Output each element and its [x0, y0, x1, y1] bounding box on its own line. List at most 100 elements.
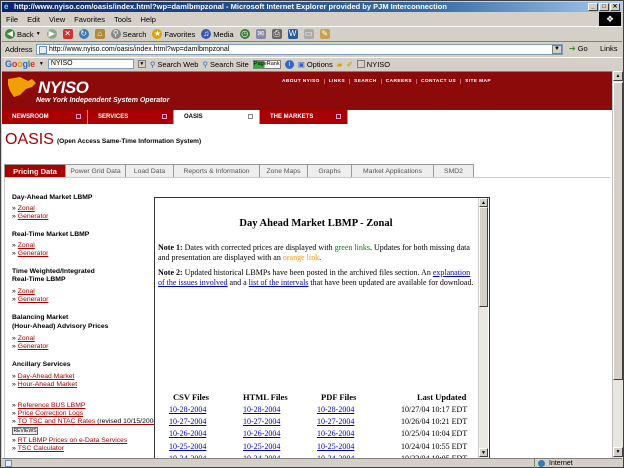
top-link-careers[interactable]: CAREERS: [380, 79, 416, 84]
address-dropdown-icon[interactable]: ▼: [552, 45, 562, 54]
sidebar-link-day-ahead-market[interactable]: » Day-Ahead Market: [12, 373, 74, 381]
pdf-file-link[interactable]: 10-28-2004: [317, 405, 354, 415]
nyiso-search-button[interactable]: NYISO: [356, 60, 390, 69]
page-scroll-thumb[interactable]: [613, 82, 623, 380]
page-scrollbar[interactable]: ▲ ▼: [612, 71, 623, 458]
sidebar-link-tsc-ntac[interactable]: » TO TSC and NTAC Rates (revised 10/15/20…: [12, 418, 159, 426]
sidebar-link-rt-edata[interactable]: » RT LBMP Prices on e-Data Services: [12, 437, 127, 445]
menu-favorites[interactable]: Favorites: [74, 15, 105, 24]
back-button[interactable]: ◀ Back ▼: [5, 29, 41, 39]
research-icon[interactable]: ✎: [319, 29, 330, 39]
window-controls: _ □ ✕: [588, 3, 620, 11]
browser-window: e http://www.nyiso.com/oasis/index.html?…: [0, 0, 624, 468]
csv-file-link[interactable]: 10-27-2004: [169, 417, 206, 427]
google-dropdown-icon[interactable]: ▼: [137, 60, 146, 68]
top-link-links[interactable]: LINKS: [323, 79, 349, 84]
address-input[interactable]: http://www.nyiso.com/oasis/index.html?wp…: [36, 44, 563, 55]
standard-toolbar: ◀ Back ▼ ▶ ✕ ↻ ⌂ ⚲ Search ★ Favorites ♫ …: [2, 26, 622, 42]
search-button[interactable]: ⚲ Search: [110, 29, 146, 39]
media-button[interactable]: ♫ Media: [201, 29, 234, 39]
menu-tools[interactable]: Tools: [114, 15, 132, 24]
google-search-input[interactable]: NYISO: [47, 59, 134, 69]
stop-icon[interactable]: ✕: [62, 29, 73, 39]
top-link-contact[interactable]: CONTACT US: [416, 79, 460, 84]
home-icon[interactable]: ⌂: [94, 29, 105, 39]
top-link-about[interactable]: ABOUT NYISO: [278, 79, 324, 84]
edit-icon[interactable]: W: [287, 29, 298, 39]
sidebar: Day-Ahead Market LBMP » Zonal » Generator …: [12, 72, 162, 458]
sidebar-link-da-zonal[interactable]: » Zonal: [12, 205, 35, 213]
frame-scrollbar[interactable]: ▲ ▼: [478, 198, 488, 458]
scroll-up-icon[interactable]: ▲: [613, 71, 623, 81]
sidebar-link-bm-zonal[interactable]: » Zonal: [12, 335, 35, 343]
sidebar-link-hour-ahead-market[interactable]: » Hour-Ahead Market: [12, 381, 77, 389]
pagerank-indicator[interactable]: PageRank: [252, 59, 281, 69]
html-file-link[interactable]: 10-28-2004: [243, 405, 280, 415]
csv-file-link[interactable]: 10-28-2004: [169, 405, 206, 415]
tab-zone-maps[interactable]: Zone Maps: [260, 164, 308, 178]
checkbox-icon: [356, 60, 365, 68]
close-button[interactable]: ✕: [610, 3, 620, 11]
tab-market-applications[interactable]: Market Applications: [352, 164, 434, 178]
favorites-button[interactable]: ★ Favorites: [152, 29, 195, 39]
reviews-badge[interactable]: REVIEWS: [12, 427, 38, 435]
sidebar-section-title: Real-Time Market LBMP: [12, 231, 90, 238]
tab-reports-information[interactable]: Reports & Information: [174, 164, 260, 178]
pdf-file-link[interactable]: 10-26-2004: [317, 429, 354, 439]
sidebar-link-rt-generator[interactable]: » Generator: [12, 250, 48, 258]
folder-icon[interactable]: ▰: [337, 60, 343, 69]
top-link-sitemap[interactable]: SITE MAP: [460, 79, 495, 84]
scroll-down-icon[interactable]: ▼: [613, 447, 623, 457]
refresh-icon[interactable]: ↻: [78, 29, 89, 39]
csv-file-link[interactable]: 10-25-2004: [169, 442, 206, 452]
print-icon[interactable]: ⎙: [271, 29, 282, 39]
tab-graphs[interactable]: Graphs: [308, 164, 352, 178]
discuss-icon[interactable]: ▭: [303, 29, 314, 39]
menu-file[interactable]: File: [6, 15, 18, 24]
info-icon[interactable]: i: [284, 59, 294, 69]
html-file-link[interactable]: 10-27-2004: [243, 417, 280, 427]
search-web-button[interactable]: ⚲ Search Web: [150, 60, 199, 69]
title-bar[interactable]: e http://www.nyiso.com/oasis/index.html?…: [2, 2, 622, 12]
menu-edit[interactable]: Edit: [27, 15, 40, 24]
history-icon[interactable]: ◷: [239, 29, 250, 39]
sidebar-link-rt-zonal[interactable]: » Zonal: [12, 242, 35, 250]
sidebar-link-tw-generator[interactable]: » Generator: [12, 296, 48, 304]
nav-the-markets[interactable]: THE MARKETS: [260, 110, 348, 124]
sidebar-link-tw-zonal[interactable]: » Zonal: [12, 288, 35, 296]
google-logo[interactable]: Google: [5, 59, 35, 69]
scroll-down-icon[interactable]: ▼: [479, 448, 488, 457]
intervals-link[interactable]: list of the intervals: [249, 278, 309, 287]
html-file-link[interactable]: 10-25-2004: [243, 442, 280, 452]
forward-button[interactable]: ▶: [46, 29, 57, 39]
top-link-search[interactable]: SEARCH: [349, 79, 381, 84]
tab-smd2[interactable]: SMD2: [434, 164, 474, 178]
search-site-button[interactable]: ⚲ Search Site: [202, 60, 248, 69]
address-bar: Address http://www.nyiso.com/oasis/index…: [2, 43, 622, 56]
zone-label: Internet: [549, 460, 573, 467]
menu-help[interactable]: Help: [141, 15, 156, 24]
maximize-button[interactable]: □: [599, 3, 609, 11]
sidebar-link-bm-generator[interactable]: » Generator: [12, 343, 48, 351]
sidebar-link-reference-bus[interactable]: » Reference BUS LBMP: [12, 402, 85, 410]
sidebar-link-price-correction[interactable]: » Price Correction Logs: [12, 410, 83, 418]
sidebar-section-title: Real-Time LBMP: [12, 276, 66, 283]
pdf-file-link[interactable]: 10-25-2004: [317, 442, 354, 452]
chevron-down-icon[interactable]: ▼: [39, 61, 44, 67]
sidebar-link-da-generator[interactable]: » Generator: [12, 213, 48, 221]
go-button[interactable]: ➔ Go: [569, 44, 588, 53]
options-button[interactable]: ▣ Options: [298, 60, 333, 69]
csv-file-link[interactable]: 10-26-2004: [169, 429, 206, 439]
minimize-button[interactable]: _: [588, 3, 598, 11]
frame-title: Day Ahead Market LBMP - Zonal: [239, 218, 393, 229]
mail-icon[interactable]: ✉: [255, 29, 266, 39]
nav-oasis[interactable]: OASIS: [174, 110, 260, 124]
highlight-icon[interactable]: ✐: [346, 60, 352, 69]
links-button[interactable]: Links: [600, 44, 618, 53]
menu-view[interactable]: View: [49, 15, 65, 24]
html-file-link[interactable]: 10-26-2004: [243, 429, 280, 439]
pdf-file-link[interactable]: 10-27-2004: [317, 417, 354, 427]
frame-scroll-thumb[interactable]: [479, 207, 488, 307]
sidebar-link-tsc-calculator[interactable]: » TSC Calculator: [12, 445, 64, 453]
scroll-up-icon[interactable]: ▲: [479, 198, 488, 207]
